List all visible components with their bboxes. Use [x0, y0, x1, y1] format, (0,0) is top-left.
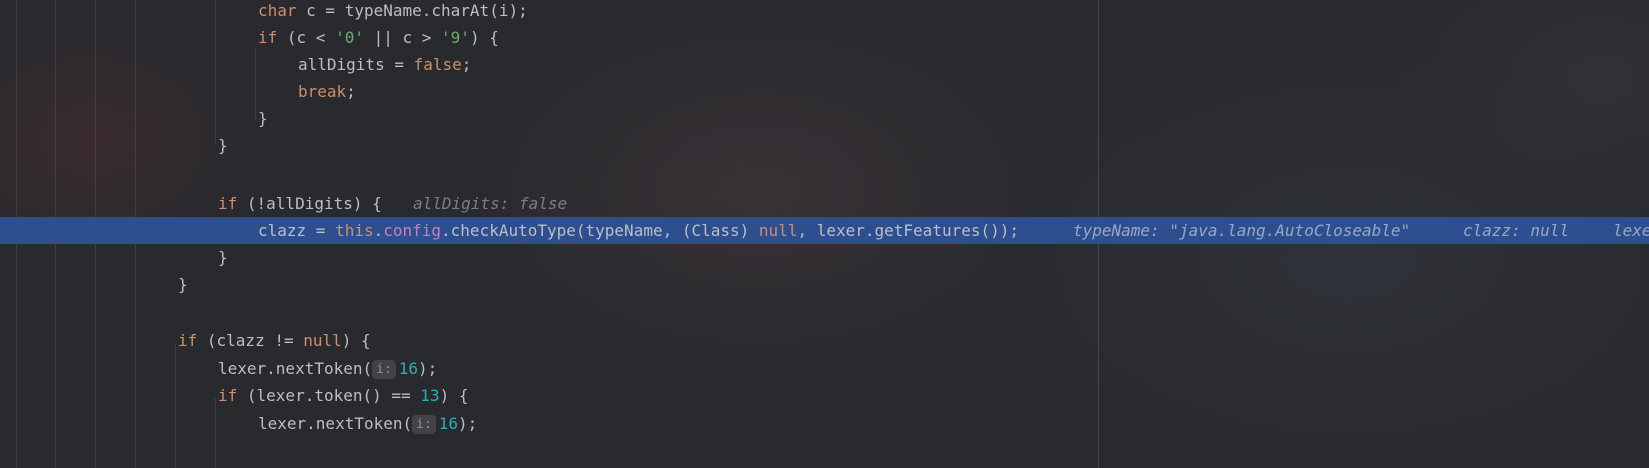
string-literal: '9' — [441, 28, 470, 47]
code-line[interactable]: if (c < '0' || c > '9') { — [0, 24, 1649, 51]
code-text: c = typeName.charAt(i); — [296, 1, 528, 20]
debug-inline-value: clazz: null — [1463, 221, 1569, 240]
code-line[interactable]: allDigits = false; — [0, 51, 1649, 78]
closing-brace: } — [258, 109, 268, 128]
keyword: if — [258, 28, 278, 47]
code-text: allDigits = — [298, 55, 414, 74]
keyword: if — [178, 331, 198, 350]
current-execution-line[interactable]: clazz = this.config.checkAutoType(typeNa… — [0, 217, 1649, 244]
code-text: ; — [461, 55, 472, 74]
closing-brace: } — [218, 136, 228, 155]
code-text: ); — [418, 359, 438, 378]
code-text: (c < — [277, 28, 336, 47]
keyword: null — [303, 331, 342, 350]
keyword: false — [413, 55, 462, 74]
code-line[interactable]: if (lexer.token() == 13) { — [0, 382, 1649, 409]
code-line[interactable]: lexer.nextToken(i: 16); — [0, 355, 1649, 382]
code-line[interactable]: if (!allDigits) { allDigits: false — [0, 190, 1649, 217]
code-text: ) { — [341, 331, 371, 350]
keyword: this — [335, 221, 374, 240]
keyword: if — [218, 194, 238, 213]
code-text: (lexer.token() == — [237, 386, 421, 405]
code-text: lexer.nextToken( — [258, 414, 413, 433]
keyword: null — [758, 221, 798, 240]
parameter-hint: i: — [372, 360, 396, 379]
code-line[interactable]: } — [0, 132, 1649, 159]
code-text: , lexer.getFeatures()); — [797, 221, 1020, 240]
code-text: .checkAutoType(typeName, (Class) — [441, 221, 759, 240]
code-text: lexer.nextToken( — [218, 359, 373, 378]
field-reference: config — [383, 221, 442, 240]
number-literal: 13 — [420, 386, 440, 405]
keyword: char — [258, 1, 297, 20]
keyword: if — [218, 386, 238, 405]
code-line[interactable]: lexer.nextToken(i: 16); — [0, 410, 1649, 437]
string-literal: '0' — [335, 28, 364, 47]
code-line[interactable]: char c = typeName.charAt(i); — [0, 0, 1649, 24]
parameter-hint: i: — [412, 415, 436, 434]
code-text: clazz = — [258, 221, 336, 240]
code-text: ) { — [469, 28, 499, 47]
code-editor[interactable]: char c = typeName.charAt(i); if (c < '0'… — [0, 0, 1649, 468]
code-text: (!allDigits) { — [237, 194, 382, 213]
number-literal: 16 — [438, 414, 459, 433]
code-text: || c > — [363, 28, 442, 47]
code-line[interactable]: } — [0, 244, 1649, 271]
closing-brace: } — [218, 248, 228, 267]
debug-inline-value: lexe — [1613, 221, 1649, 240]
code-text: (clazz != — [197, 331, 304, 350]
code-text: . — [373, 221, 384, 240]
keyword: break — [298, 82, 347, 101]
number-literal: 16 — [398, 359, 419, 378]
code-text: ); — [458, 414, 478, 433]
code-text: ; — [346, 82, 356, 101]
closing-brace: } — [178, 275, 188, 294]
debug-inline-value: typeName: "java.lang.AutoCloseable" — [1073, 221, 1411, 240]
code-line[interactable]: if (clazz != null) { — [0, 327, 1649, 354]
code-line[interactable]: break; — [0, 78, 1649, 105]
code-line[interactable]: } — [0, 105, 1649, 132]
code-text: ) { — [439, 386, 469, 405]
debug-inline-value: allDigits: false — [413, 194, 568, 213]
code-line[interactable]: } — [0, 271, 1649, 298]
